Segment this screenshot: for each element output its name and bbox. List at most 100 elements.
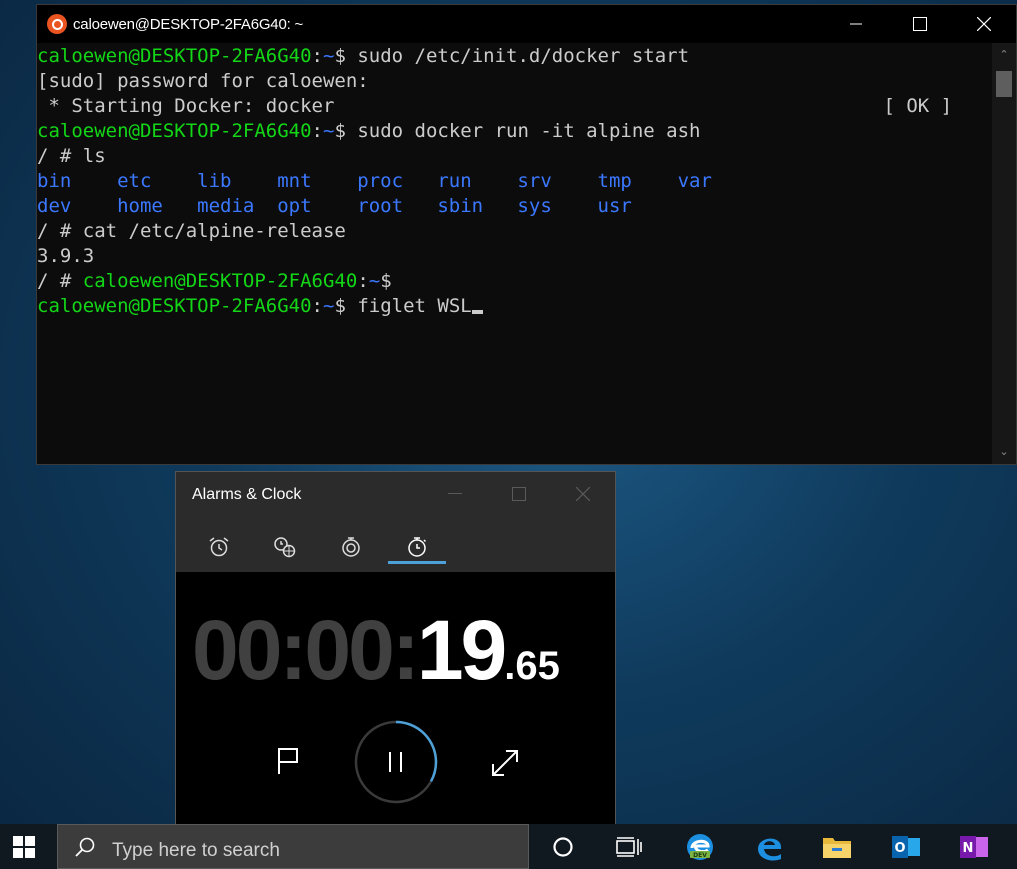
terminal-text: : [311, 120, 323, 142]
terminal-blue-text: dev home media opt root sbin sys usr [37, 195, 632, 217]
terminal-text: $ sudo /etc/init.d/docker start [334, 45, 690, 67]
stopwatch-icon [408, 537, 427, 557]
terminal-text: : [311, 45, 323, 67]
terminal-text: / # ls [37, 145, 106, 167]
stopwatch-time: 00:00:19.65 [192, 602, 602, 699]
lap-button[interactable] [272, 744, 306, 778]
prompt-user-host: caloewen@DESKTOP-2FA6G40 [37, 120, 312, 142]
scroll-up-icon[interactable]: ⌃ [992, 45, 1016, 65]
tab-alarm[interactable] [186, 530, 252, 564]
taskbar: Type here to search DEV O N [0, 824, 1017, 869]
outlook-icon: O [892, 835, 920, 858]
terminal-window[interactable]: caloewen@DESKTOP-2FA6G40: ~ caloewen@DES… [36, 4, 1017, 465]
edge-button[interactable] [745, 824, 793, 869]
close-icon [576, 487, 590, 501]
maximize-icon [913, 17, 927, 31]
svg-text:N: N [963, 841, 974, 856]
task-view-icon [616, 836, 642, 857]
terminal-text: * Starting Docker: docker [ OK ] [37, 95, 953, 117]
terminal-blue-text: bin etc lib mnt proc run srv tmp var [37, 170, 712, 192]
terminal-cursor [471, 310, 483, 314]
search-placeholder: Type here to search [112, 840, 280, 861]
terminal-blue-text: ~ [323, 295, 335, 317]
terminal-line: * Starting Docker: docker [ OK ] [37, 94, 992, 119]
terminal-title: caloewen@DESKTOP-2FA6G40: ~ [73, 15, 304, 33]
alarms-clock-window[interactable]: Alarms & Clock 00:00:19.65 [175, 471, 616, 829]
terminal-line: caloewen@DESKTOP-2FA6G40:~$ figlet WSL [37, 294, 992, 319]
terminal-text: 3.9.3 [37, 245, 95, 267]
maximize-button[interactable] [888, 5, 952, 43]
expand-icon [492, 750, 518, 776]
onenote-icon: N [960, 835, 988, 858]
expand-button[interactable] [488, 746, 522, 780]
terminal-line: [sudo] password for caloewen: [37, 69, 992, 94]
clock-minimize-button[interactable] [423, 472, 487, 516]
minimize-button[interactable] [824, 5, 888, 43]
svg-text:DEV: DEV [693, 852, 707, 859]
terminal-line: / # cat /etc/alpine-release [37, 219, 992, 244]
tab-world-clock[interactable] [252, 530, 318, 564]
edge-icon [758, 838, 781, 861]
prompt-user-host: caloewen@DESKTOP-2FA6G40 [37, 295, 312, 317]
minimize-icon [850, 23, 862, 25]
prompt-user-host: caloewen@DESKTOP-2FA6G40 [82, 270, 358, 292]
terminal-line: dev home media opt root sbin sys usr [37, 194, 992, 219]
close-button[interactable] [952, 5, 1016, 43]
cortana-icon [553, 836, 573, 857]
pause-icon [354, 720, 438, 804]
scroll-down-icon[interactable]: ⌄ [992, 442, 1016, 462]
search-input[interactable]: Type here to search [57, 824, 529, 869]
terminal-line: caloewen@DESKTOP-2FA6G40:~$ sudo docker … [37, 119, 992, 144]
terminal-line: / # ls [37, 144, 992, 169]
terminal-titlebar[interactable]: caloewen@DESKTOP-2FA6G40: ~ [37, 5, 1016, 43]
file-explorer-button[interactable] [813, 824, 861, 869]
stopwatch-fraction: .65 [504, 644, 560, 688]
task-view-button[interactable] [605, 824, 653, 869]
terminal-line: / # caloewen@DESKTOP-2FA6G40:~$ [37, 269, 992, 294]
pause-button[interactable] [354, 720, 438, 804]
edge-dev-button[interactable]: DEV [676, 824, 724, 869]
onenote-button[interactable]: N [950, 824, 998, 869]
tab-stopwatch[interactable] [384, 530, 450, 564]
terminal-scrollbar[interactable]: ⌃ ⌄ [992, 43, 1016, 464]
terminal-blue-text: ~ [323, 120, 335, 142]
cortana-button[interactable] [539, 824, 587, 869]
terminal-line: caloewen@DESKTOP-2FA6G40:~$ sudo /etc/in… [37, 44, 992, 69]
world-clock-icon [274, 537, 296, 558]
edge-dev-icon: DEV [687, 833, 713, 860]
clock-maximize-button[interactable] [487, 472, 551, 516]
start-button[interactable] [0, 824, 48, 869]
terminal-text: / # cat /etc/alpine-release [37, 220, 346, 242]
minimize-icon [448, 493, 462, 494]
clock-close-button[interactable] [551, 472, 615, 516]
maximize-icon [512, 487, 526, 501]
alarms-clock-header: Alarms & Clock [176, 472, 615, 572]
terminal-text: : [357, 270, 369, 292]
terminal-text: / # [37, 270, 83, 292]
flag-icon [278, 748, 298, 774]
terminal-output[interactable]: caloewen@DESKTOP-2FA6G40:~$ sudo /etc/in… [37, 43, 992, 464]
svg-text:O: O [894, 841, 905, 856]
terminal-text: $ figlet WSL [334, 295, 472, 317]
alarm-clock-icon [209, 537, 229, 557]
terminal-text: $ [380, 270, 392, 292]
close-icon [977, 17, 991, 31]
scroll-thumb[interactable] [996, 71, 1012, 97]
tab-timer[interactable] [318, 530, 384, 564]
outlook-button[interactable]: O [882, 824, 930, 869]
prompt-user-host: caloewen@DESKTOP-2FA6G40 [37, 45, 312, 67]
terminal-blue-text: ~ [323, 45, 335, 67]
search-icon [75, 837, 95, 857]
terminal-line: bin etc lib mnt proc run srv tmp var [37, 169, 992, 194]
stopwatch-seconds: 19 [416, 603, 507, 697]
file-explorer-icon [823, 837, 851, 858]
terminal-text: $ sudo docker run -it alpine ash [334, 120, 701, 142]
alarms-clock-title: Alarms & Clock [192, 486, 302, 503]
terminal-line: 3.9.3 [37, 244, 992, 269]
terminal-text: [sudo] password for caloewen: [37, 70, 369, 92]
timer-icon [342, 537, 360, 557]
terminal-blue-text: ~ [368, 270, 381, 292]
stopwatch-hours-minutes: 00:00: [192, 603, 420, 697]
terminal-text: : [311, 295, 323, 317]
ubuntu-icon [47, 14, 67, 34]
